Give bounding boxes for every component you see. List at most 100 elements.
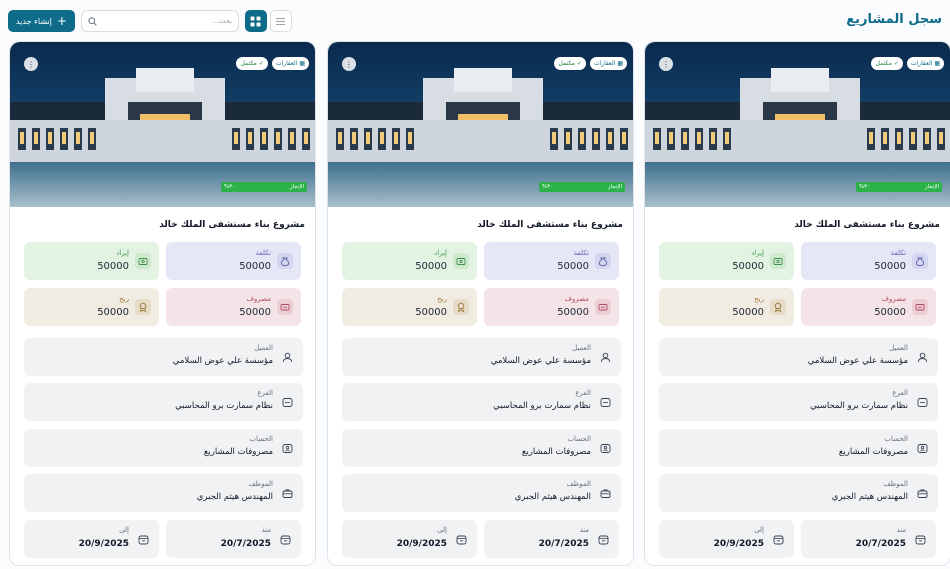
expense-value: 50000 xyxy=(239,307,271,318)
calendar-icon xyxy=(771,532,785,546)
expense-stat: مصروف 50000 xyxy=(801,288,936,326)
branch-icon xyxy=(598,395,612,409)
revenue-label: إيراد xyxy=(434,249,447,257)
toolbar: + إنشاء جديد بحث... xyxy=(8,10,292,32)
status-badge: ✓ مكتمل xyxy=(554,57,586,70)
revenue-label: إيراد xyxy=(116,249,129,257)
user-icon xyxy=(915,350,929,364)
cash-out-icon xyxy=(277,299,293,315)
employee-label: الموظف xyxy=(566,480,591,488)
account-label: الحساب xyxy=(567,435,591,443)
money-bag-icon xyxy=(595,253,611,269)
profit-value: 50000 xyxy=(415,307,447,318)
employee-label: الموظف xyxy=(248,480,273,488)
project-badges: ▦ العقارات ✓ مكتمل xyxy=(554,57,627,70)
project-title: مشروع بناء مستشفى الملك خالد xyxy=(477,220,623,230)
check-icon: ✓ xyxy=(258,60,264,67)
medal-icon xyxy=(453,299,469,315)
check-icon: ✓ xyxy=(576,60,582,67)
start-date-row: منذ 20/7/2025 xyxy=(801,520,936,558)
project-image: ▦ العقارات ✓ مكتمل ⋮ الإنجاز ٣٠% xyxy=(645,42,950,207)
cost-label: تكلفة xyxy=(573,249,589,257)
project-badges: ▦ العقارات ✓ مكتمل xyxy=(236,57,309,70)
end-date-row: إلى 20/9/2025 xyxy=(659,520,794,558)
cost-value: 50000 xyxy=(239,261,271,272)
cost-stat: تكلفة 50000 xyxy=(484,242,619,280)
project-card[interactable]: ▦ العقارات ✓ مكتمل ⋮ الإنجاز ٣٠% مشروع ب… xyxy=(9,41,316,566)
user-icon xyxy=(280,350,294,364)
start-date-label: منذ xyxy=(261,526,271,534)
branch-label: الفرع xyxy=(575,389,591,397)
more-options-button[interactable]: ⋮ xyxy=(659,57,673,71)
branch-value: نظام سمارت برو المحاسبي xyxy=(175,401,273,411)
start-date-row: منذ 20/7/2025 xyxy=(484,520,619,558)
end-date-value: 20/9/2025 xyxy=(396,539,447,549)
branch-row: الفرع نظام سمارت برو المحاسبي xyxy=(659,383,938,421)
end-date-label: إلى xyxy=(754,526,764,534)
client-row: العميل مؤسسة علي عوض السلامي xyxy=(342,338,621,376)
create-new-label: إنشاء جديد xyxy=(16,16,52,26)
grid-icon xyxy=(250,16,261,26)
client-label: العميل xyxy=(889,344,908,352)
branch-value: نظام سمارت برو المحاسبي xyxy=(493,401,591,411)
profit-label: ربح xyxy=(754,295,764,303)
revenue-stat: إيراد 50000 xyxy=(24,242,159,280)
money-bag-icon xyxy=(277,253,293,269)
more-options-button[interactable]: ⋮ xyxy=(24,57,38,71)
end-date-value: 20/9/2025 xyxy=(78,539,129,549)
wallet-icon xyxy=(770,253,786,269)
end-date-row: إلى 20/9/2025 xyxy=(342,520,477,558)
branch-value: نظام سمارت برو المحاسبي xyxy=(810,401,908,411)
calendar-icon xyxy=(454,532,468,546)
category-label: العقارات xyxy=(275,60,298,67)
progress-fill: الإنجاز ٣٠% xyxy=(538,182,625,192)
search-input[interactable]: بحث... xyxy=(80,10,239,32)
calendar-icon xyxy=(136,532,150,546)
project-image: ▦ العقارات ✓ مكتمل ⋮ الإنجاز ٣٠% xyxy=(328,42,633,207)
end-date-value: 20/9/2025 xyxy=(713,539,764,549)
status-label: مكتمل xyxy=(558,60,575,67)
user-icon xyxy=(598,350,612,364)
category-badge: ▦ العقارات xyxy=(589,57,627,70)
expense-label: مصروف xyxy=(564,295,589,303)
employee-row: الموظف المهندس هيثم الجبري xyxy=(24,474,303,512)
account-label: الحساب xyxy=(884,435,908,443)
client-label: العميل xyxy=(572,344,591,352)
project-badges: ▦ العقارات ✓ مكتمل xyxy=(871,57,944,70)
progress-value: ٣٠% xyxy=(858,184,871,190)
project-card[interactable]: ▦ العقارات ✓ مكتمل ⋮ الإنجاز ٣٠% مشروع ب… xyxy=(644,41,950,566)
start-date-row: منذ 20/7/2025 xyxy=(166,520,301,558)
profit-value: 50000 xyxy=(97,307,129,318)
start-date-value: 20/7/2025 xyxy=(220,539,271,549)
status-label: مكتمل xyxy=(240,60,257,67)
revenue-value: 50000 xyxy=(415,261,447,272)
project-image: ▦ العقارات ✓ مكتمل ⋮ الإنجاز ٣٠% xyxy=(10,42,315,207)
end-date-label: إلى xyxy=(437,526,447,534)
view-toggle xyxy=(244,10,292,32)
list-view-button[interactable] xyxy=(269,10,292,32)
create-new-button[interactable]: + إنشاء جديد xyxy=(8,10,75,32)
cost-label: تكلفة xyxy=(890,249,906,257)
branch-row: الفرع نظام سمارت برو المحاسبي xyxy=(24,383,303,421)
account-row: الحساب مصروفات المشاريع xyxy=(24,429,303,467)
grid-view-button[interactable] xyxy=(244,10,267,32)
employee-label: الموظف xyxy=(883,480,908,488)
profit-value: 50000 xyxy=(732,307,764,318)
calendar-icon xyxy=(596,532,610,546)
expense-value: 50000 xyxy=(557,307,589,318)
medal-icon xyxy=(135,299,151,315)
client-row: العميل مؤسسة علي عوض السلامي xyxy=(24,338,303,376)
calendar-icon xyxy=(913,532,927,546)
profit-stat: ربح 50000 xyxy=(342,288,477,326)
more-options-button[interactable]: ⋮ xyxy=(342,57,356,71)
employee-value: المهندس هيثم الجبري xyxy=(196,492,273,502)
start-date-label: منذ xyxy=(579,526,589,534)
client-value: مؤسسة علي عوض السلامي xyxy=(172,356,273,366)
cost-value: 50000 xyxy=(557,261,589,272)
progress-bar: الإنجاز ٣٠% xyxy=(338,182,625,192)
expense-label: مصروف xyxy=(246,295,271,303)
project-card[interactable]: ▦ العقارات ✓ مكتمل ⋮ الإنجاز ٣٠% مشروع ب… xyxy=(327,41,634,566)
employee-row: الموظف المهندس هيثم الجبري xyxy=(342,474,621,512)
category-badge: ▦ العقارات xyxy=(271,57,309,70)
account-row: الحساب مصروفات المشاريع xyxy=(342,429,621,467)
